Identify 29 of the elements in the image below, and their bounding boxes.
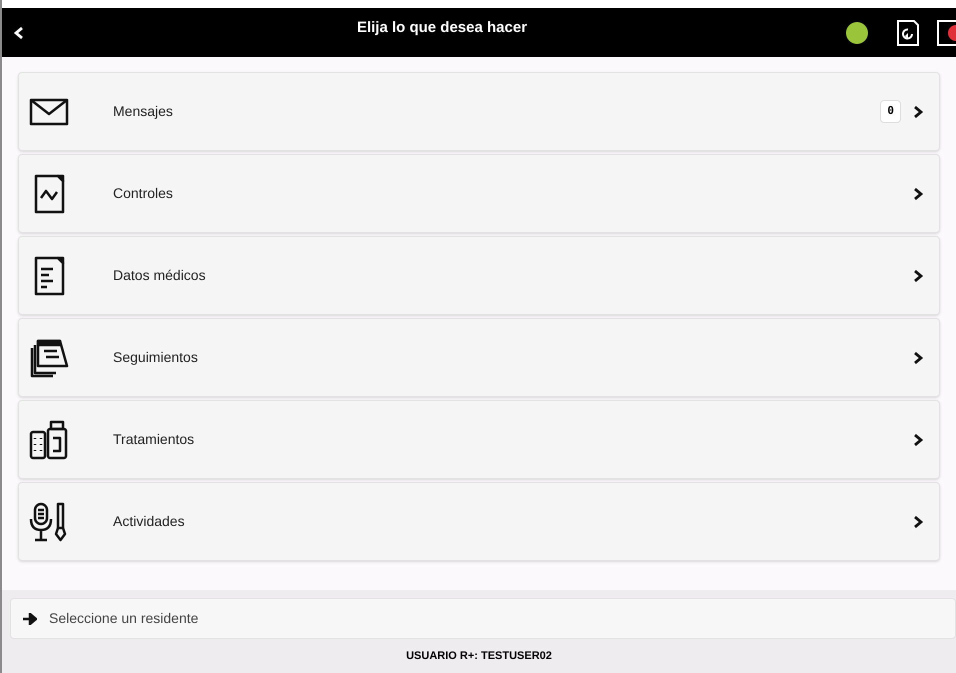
menu-label: Controles <box>113 184 174 203</box>
menu-item[interactable]: Controles <box>18 154 940 233</box>
menu-label: Datos médicos <box>113 266 207 285</box>
chevron-right-icon <box>913 104 923 118</box>
count-badge: 0 <box>880 100 901 123</box>
menu-item[interactable]: Mensajes 0 <box>18 72 940 151</box>
page-title: Elija lo que desea hacer <box>356 18 528 38</box>
menu-item[interactable]: Tratamientos <box>18 400 940 479</box>
menu-label: Mensajes <box>113 102 174 121</box>
back-icon <box>14 26 24 40</box>
chevron-right-icon <box>913 268 923 282</box>
menu-item[interactable]: Actividades <box>18 482 940 561</box>
user-label: USUARIO R+: TESTUSER02 <box>406 648 552 664</box>
chevron-right-icon <box>913 514 923 528</box>
resident-field[interactable]: Seleccione un residente <box>10 598 956 639</box>
logout-button[interactable] <box>936 18 956 46</box>
arrow-right-icon <box>23 612 37 624</box>
refresh-button[interactable] <box>896 18 920 46</box>
chevron-right-icon <box>913 186 923 200</box>
menu-item[interactable]: Seguimientos <box>18 318 940 397</box>
menu-label: Actividades <box>113 512 186 531</box>
menu-label: Seguimientos <box>113 348 199 367</box>
menu-label: Tratamientos <box>113 430 196 449</box>
logout-icon <box>936 18 956 46</box>
chevron-right-icon <box>913 432 923 446</box>
resident-input[interactable]: Seleccione un residente <box>49 608 955 629</box>
menu-item[interactable]: Datos médicos <box>18 236 940 315</box>
chevron-right-icon <box>913 350 923 364</box>
refresh-document-icon <box>896 18 920 46</box>
